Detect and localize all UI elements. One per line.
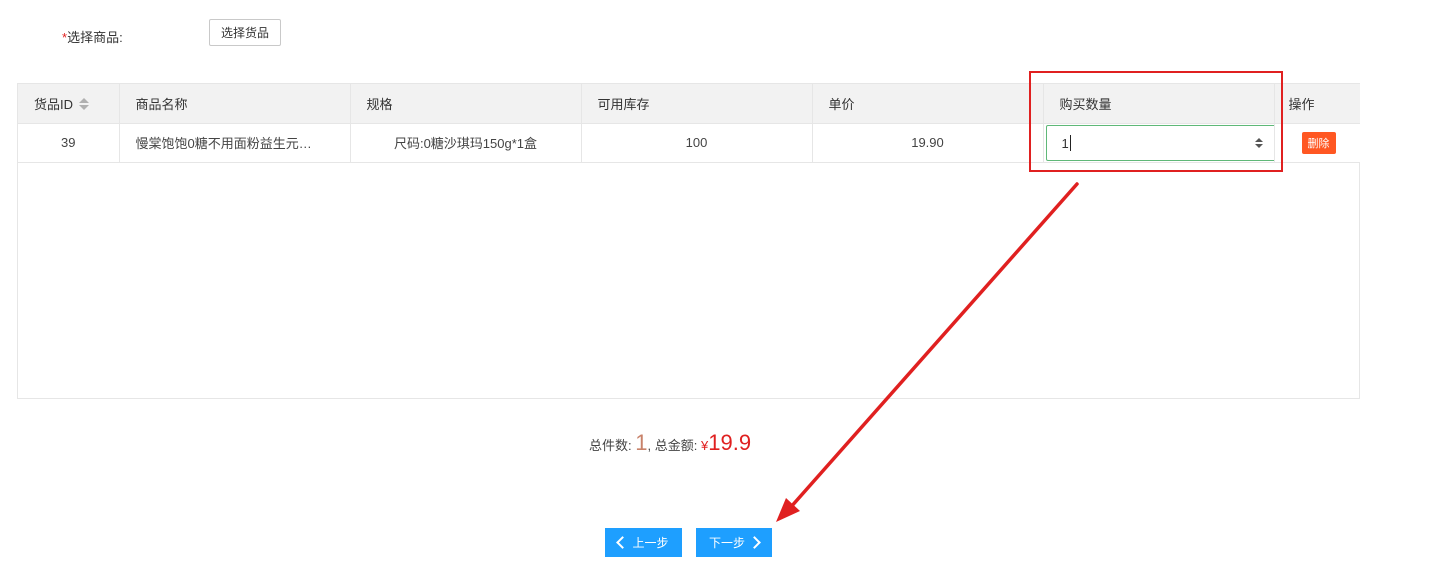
order-summary: 总件数: 1, 总金额: ¥19.9 — [589, 430, 751, 456]
select-goods-label: 选择商品: — [67, 30, 123, 45]
table-row: 39 慢棠饱饱0糖不用面粉益生元… 尺码:0糖沙琪玛150g*1盒 100 19… — [18, 123, 1360, 163]
total-count: 1 — [635, 430, 648, 455]
table-header: 货品ID 商品名称 规格 可用库存 单价 购买数量 操作 — [18, 84, 1360, 124]
text-cursor — [1069, 134, 1071, 151]
total-amount-label: 总金额: — [654, 438, 698, 453]
select-goods-label-row: *选择商品: — [62, 27, 123, 46]
col-header-product-name: 商品名称 — [119, 84, 351, 124]
goods-table: 货品ID 商品名称 规格 可用库存 单价 购买数量 操作 39 慢棠饱饱0糖不用… — [17, 83, 1360, 399]
col-header-action: 操作 — [1274, 84, 1360, 124]
col-header-price: 单价 — [812, 84, 1044, 124]
next-step-button[interactable]: 下一步 — [696, 528, 772, 557]
col-header-spec: 规格 — [350, 84, 582, 124]
total-count-label: 总件数: — [589, 438, 632, 453]
cell-product-name: 慢棠饱饱0糖不用面粉益生元… — [119, 123, 351, 163]
prev-step-button[interactable]: 上一步 — [605, 528, 682, 557]
select-goods-button[interactable]: 选择货品 — [209, 19, 281, 46]
col-header-stock: 可用库存 — [581, 84, 813, 124]
cell-price: 19.90 — [812, 123, 1044, 163]
cell-quantity: 1 — [1043, 123, 1275, 163]
chevron-right-icon — [748, 536, 761, 549]
col-header-goods-id[interactable]: 货品ID — [18, 84, 120, 124]
quantity-input[interactable]: 1 — [1045, 124, 1273, 161]
summary-separator: , — [647, 438, 652, 453]
quantity-value: 1 — [1061, 135, 1069, 151]
cell-goods-id: 39 — [18, 123, 120, 163]
total-amount: 19.9 — [708, 430, 752, 455]
col-header-quantity: 购买数量 — [1043, 84, 1275, 124]
cell-action: 删除 — [1274, 123, 1360, 163]
cell-stock: 100 — [581, 123, 813, 163]
cell-spec: 尺码:0糖沙琪玛150g*1盒 — [350, 123, 582, 163]
delete-button[interactable]: 删除 — [1301, 131, 1336, 154]
chevron-left-icon — [616, 536, 630, 549]
